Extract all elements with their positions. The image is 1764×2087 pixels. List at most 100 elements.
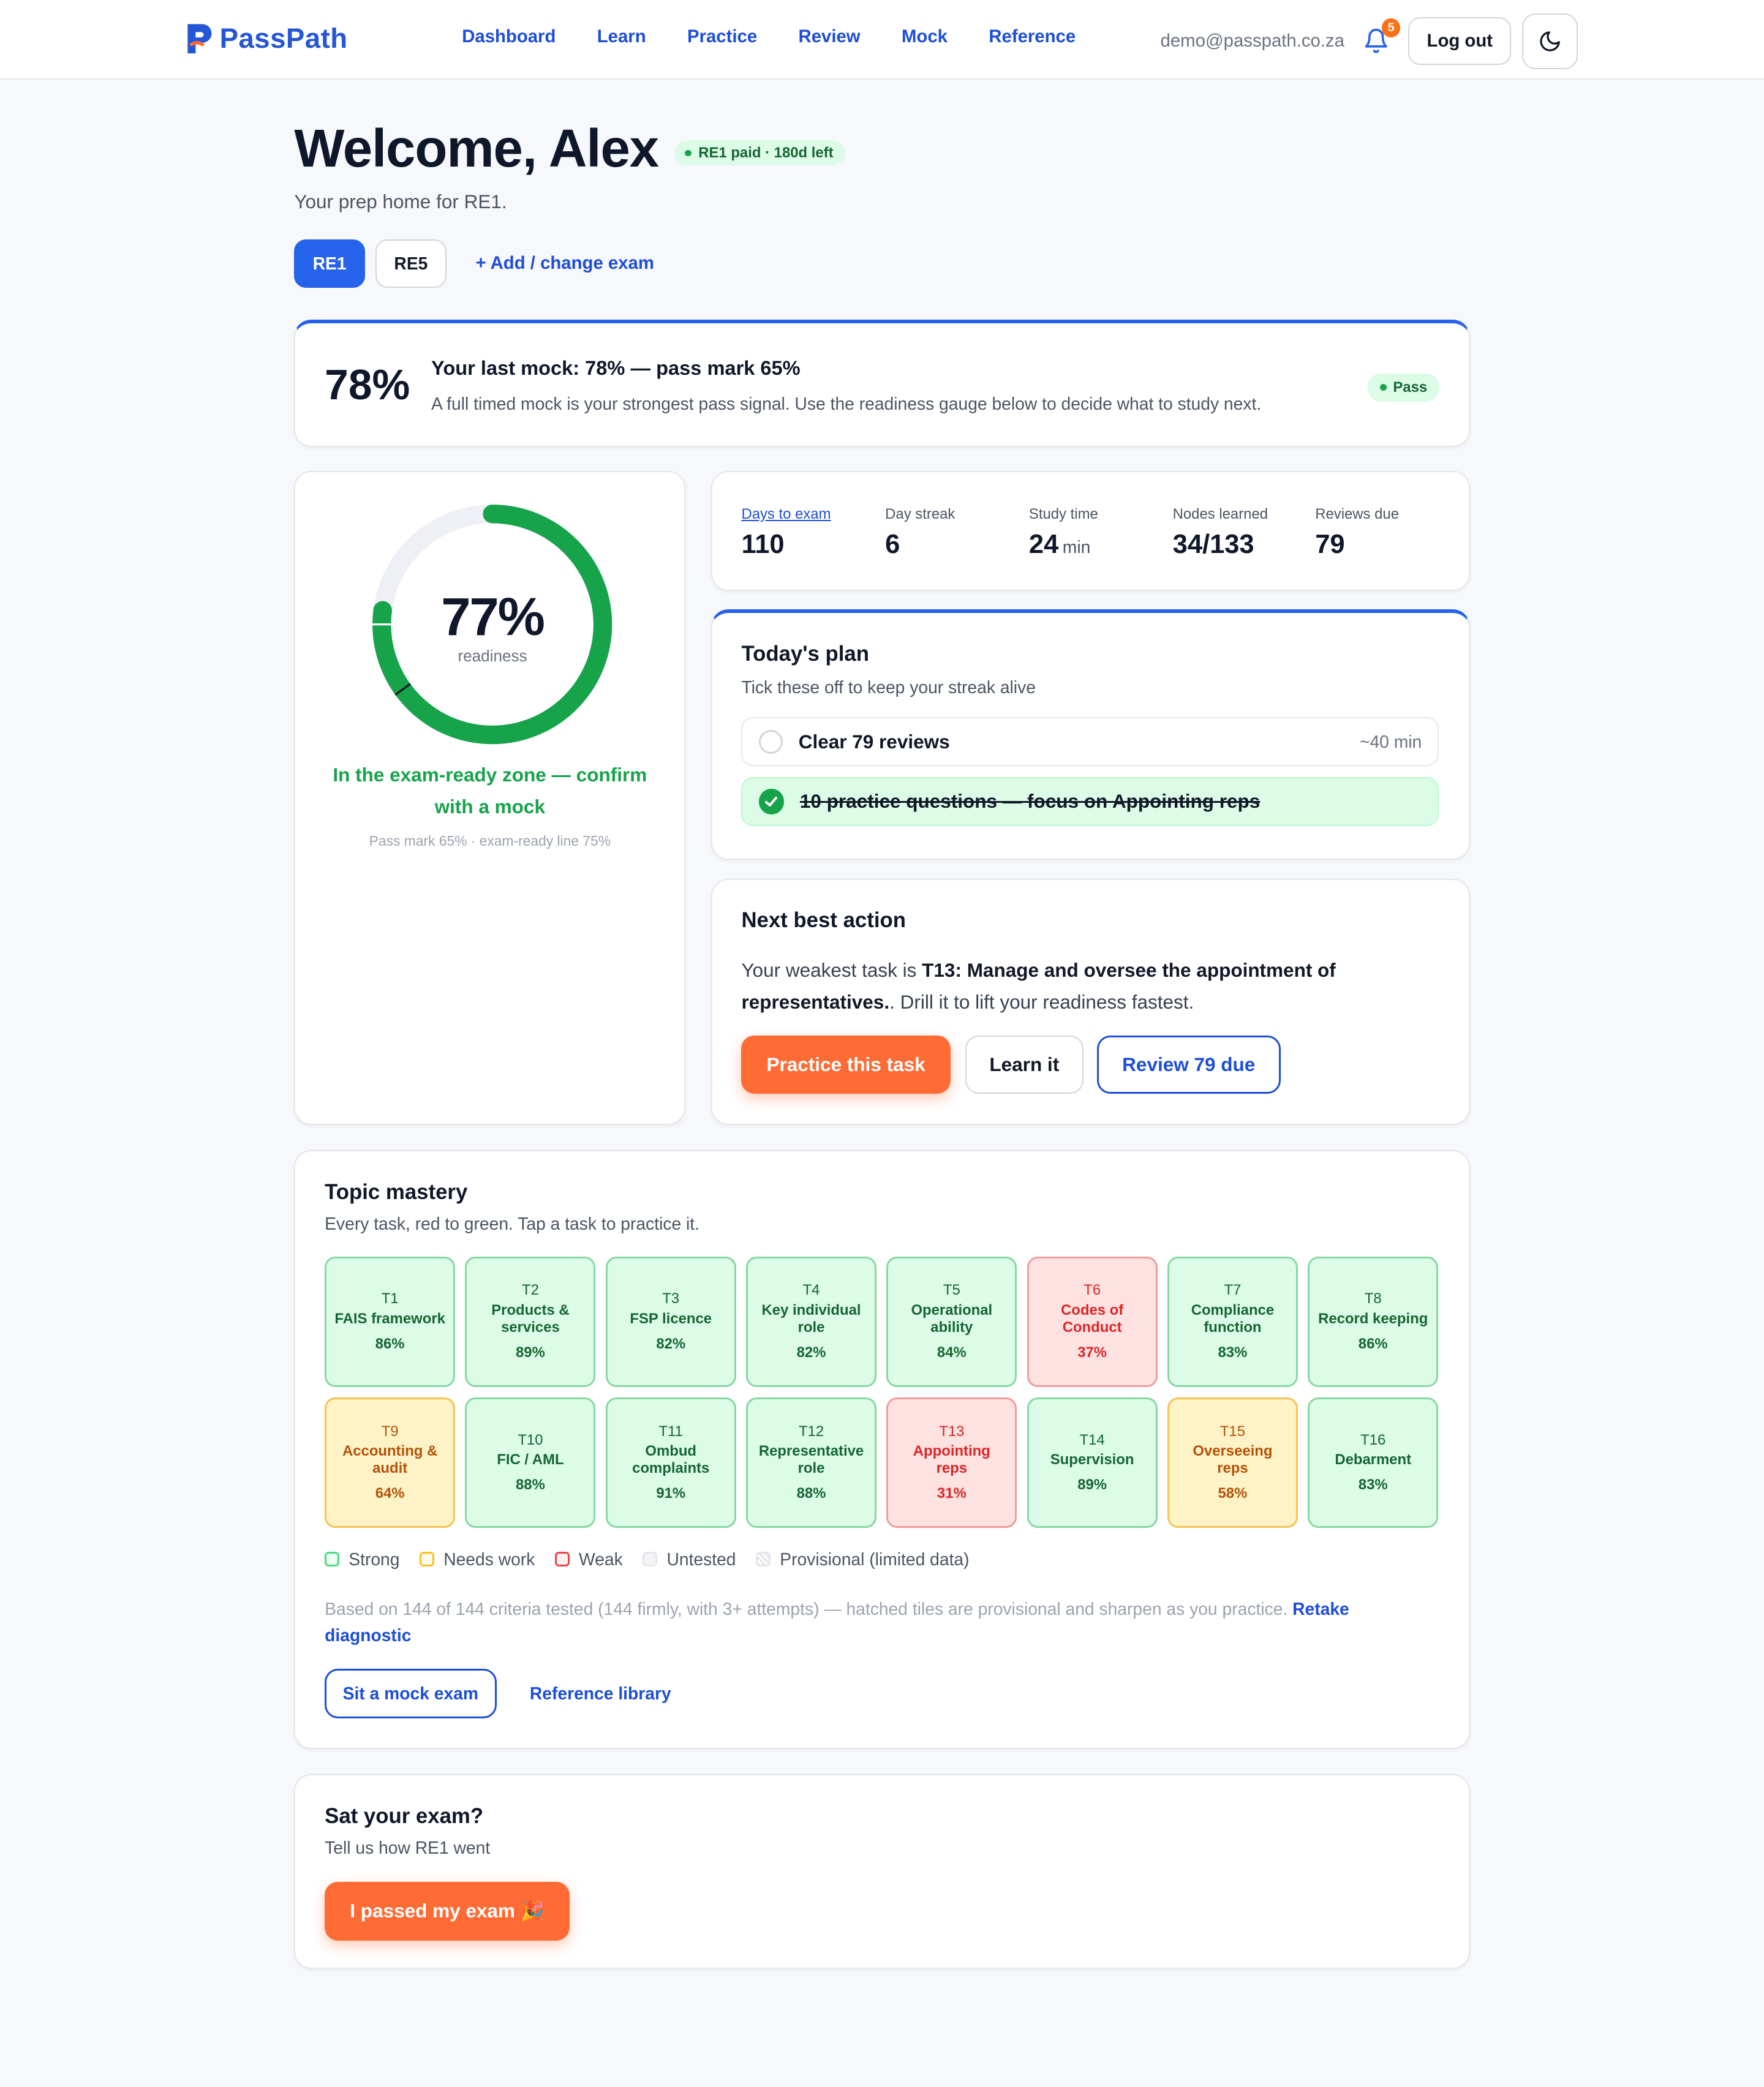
- exam-tabs: RE1 RE5 + Add / change exam: [294, 239, 1469, 288]
- legend-label: Strong: [349, 1549, 400, 1569]
- legend-label: Weak: [579, 1549, 623, 1569]
- stat-label: Reviews due: [1315, 505, 1399, 522]
- readiness-zone-text: In the exam-ready zone — confirm with a …: [333, 763, 647, 818]
- main-nav: Dashboard Learn Practice Review Mock Ref…: [462, 26, 1117, 47]
- welcome-title: Welcome, Alex: [294, 119, 659, 179]
- add-change-exam-link[interactable]: + Add / change exam: [475, 253, 654, 274]
- review-due-button[interactable]: Review 79 due: [1096, 1035, 1281, 1094]
- stat-value: 110: [741, 529, 785, 559]
- mastery-tile-t6[interactable]: T6 Codes of Conduct 37%: [1027, 1256, 1158, 1387]
- tile-name: FIC / AML: [497, 1451, 564, 1468]
- tile-name: Appointing reps: [913, 1442, 990, 1477]
- tile-id: T3: [662, 1290, 680, 1307]
- mock-description: A full timed mock is your strongest pass…: [431, 393, 1262, 413]
- tile-percent: 83%: [1218, 1344, 1248, 1361]
- plan-item-time: ~40 min: [1359, 731, 1422, 751]
- mastery-tile-t16[interactable]: T16 Debarment 83%: [1308, 1397, 1439, 1528]
- learn-it-button[interactable]: Learn it: [965, 1035, 1084, 1094]
- tile-name: Key individual role: [761, 1301, 861, 1336]
- legend-untested: Untested: [643, 1549, 736, 1570]
- legend-swatch: [420, 1552, 434, 1567]
- practice-task-button[interactable]: Practice this task: [741, 1035, 951, 1094]
- tile-percent: 89%: [1077, 1476, 1107, 1494]
- notifications-button[interactable]: 5: [1363, 18, 1401, 54]
- legend-label: Untested: [666, 1549, 736, 1569]
- logo[interactable]: PassPath: [185, 21, 347, 56]
- theme-toggle-button[interactable]: [1521, 13, 1578, 69]
- readiness-label: readiness: [458, 647, 527, 666]
- mastery-tile-t8[interactable]: T8 Record keeping 86%: [1308, 1256, 1439, 1387]
- stat-label[interactable]: Days to exam: [741, 506, 831, 523]
- pass-dot-icon: [1379, 384, 1387, 391]
- tab-re1[interactable]: RE1: [294, 239, 365, 288]
- mastery-tile-t7[interactable]: T7 Compliance function 83%: [1167, 1256, 1298, 1387]
- plan-subtitle: Tick these off to keep your streak alive: [741, 677, 1036, 697]
- nav-reference[interactable]: Reference: [989, 26, 1076, 47]
- plan-item-practice[interactable]: 10 practice questions — focus on Appoint…: [741, 777, 1439, 827]
- stat-label: Nodes learned: [1172, 505, 1268, 522]
- page: PassPath Dashboard Learn Practice Review…: [0, 0, 1764, 2087]
- mastery-tile-t11[interactable]: T11 Ombud complaints 91%: [605, 1397, 736, 1528]
- tile-id: T9: [381, 1423, 399, 1440]
- welcome-subtitle: Your prep home for RE1.: [294, 190, 507, 212]
- nav-review[interactable]: Review: [799, 26, 861, 47]
- tile-name: Codes of Conduct: [1061, 1301, 1124, 1336]
- tile-id: T6: [1084, 1282, 1101, 1299]
- readiness-gauge: 77% readiness: [364, 497, 620, 752]
- tile-id: T15: [1219, 1423, 1245, 1440]
- tile-id: T5: [943, 1282, 960, 1299]
- tile-name: Ombud complaints: [632, 1442, 710, 1477]
- notification-count-badge: 5: [1381, 18, 1401, 37]
- nav-practice[interactable]: Practice: [687, 26, 757, 47]
- tile-name: Products & services: [491, 1301, 570, 1336]
- stat-value: 24 min: [1029, 530, 1098, 560]
- mastery-tile-t14[interactable]: T14 Supervision 89%: [1027, 1397, 1158, 1528]
- stats-card: Days to exam 110 Day streak 6 Study time…: [710, 471, 1470, 592]
- tile-name: FAIS framework: [334, 1310, 445, 1327]
- stat-value: 34/133: [1172, 529, 1254, 559]
- passed-exam-button[interactable]: I passed my exam 🎉: [325, 1882, 570, 1941]
- mastery-tile-t15[interactable]: T15 Overseeing reps 58%: [1167, 1397, 1298, 1528]
- tile-percent: 91%: [656, 1485, 686, 1502]
- plan-item-text: 10 practice questions — focus on Appoint…: [799, 790, 1261, 813]
- sit-mock-exam-button[interactable]: Sit a mock exam: [325, 1669, 497, 1718]
- mastery-tile-t10[interactable]: T10 FIC / AML 88%: [465, 1397, 596, 1528]
- check-circle-icon[interactable]: [758, 789, 784, 814]
- mastery-tile-t9[interactable]: T9 Accounting & audit 64%: [325, 1397, 456, 1528]
- legend-needs-work: Needs work: [420, 1549, 535, 1570]
- stat-label: Day streak: [885, 505, 956, 522]
- mock-title: Your last mock: 78% — pass mark 65%: [431, 356, 801, 379]
- tile-name: Debarment: [1335, 1451, 1412, 1468]
- stat-days-to-exam[interactable]: Days to exam 110: [741, 506, 831, 560]
- tile-percent: 86%: [375, 1335, 405, 1352]
- tile-name: Operational ability: [911, 1301, 993, 1336]
- tile-id: T12: [798, 1423, 824, 1440]
- mastery-tile-t3[interactable]: T3 FSP licence 82%: [605, 1256, 736, 1387]
- mastery-tile-t13[interactable]: T13 Appointing reps 31%: [886, 1397, 1017, 1528]
- legend-swatch: [756, 1552, 771, 1567]
- user-email: demo@passpath.co.za: [1160, 31, 1344, 51]
- last-mock-card: 78% Your last mock: 78% — pass mark 65% …: [294, 319, 1470, 448]
- mastery-tile-t12[interactable]: T12 Representative role 88%: [746, 1397, 877, 1528]
- tile-name: Overseeing reps: [1193, 1442, 1273, 1477]
- tab-re5[interactable]: RE5: [375, 239, 447, 288]
- nav-mock[interactable]: Mock: [902, 26, 948, 47]
- reference-library-link[interactable]: Reference library: [530, 1683, 671, 1704]
- mastery-tile-t5[interactable]: T5 Operational ability 84%: [886, 1256, 1017, 1387]
- nav-dashboard[interactable]: Dashboard: [462, 26, 556, 47]
- tile-id: T16: [1360, 1431, 1386, 1448]
- mastery-tile-t4[interactable]: T4 Key individual role 82%: [746, 1256, 877, 1387]
- mastery-tile-t1[interactable]: T1 FAIS framework 86%: [325, 1256, 456, 1387]
- nav-learn[interactable]: Learn: [597, 26, 646, 47]
- logout-button[interactable]: Log out: [1408, 17, 1512, 66]
- plan-item-reviews[interactable]: Clear 79 reviews ~40 min: [741, 716, 1439, 767]
- tile-id: T1: [381, 1290, 399, 1307]
- stat-value: 79: [1315, 529, 1345, 559]
- mastery-title: Topic mastery: [325, 1180, 468, 1204]
- subscription-badge-text: RE1 paid · 180d left: [698, 144, 834, 161]
- tile-percent: 84%: [937, 1344, 967, 1361]
- legend-swatch: [325, 1552, 340, 1567]
- logo-text: PassPath: [219, 23, 348, 55]
- mastery-tile-t2[interactable]: T2 Products & services 89%: [465, 1256, 596, 1387]
- unchecked-circle-icon[interactable]: [758, 729, 783, 754]
